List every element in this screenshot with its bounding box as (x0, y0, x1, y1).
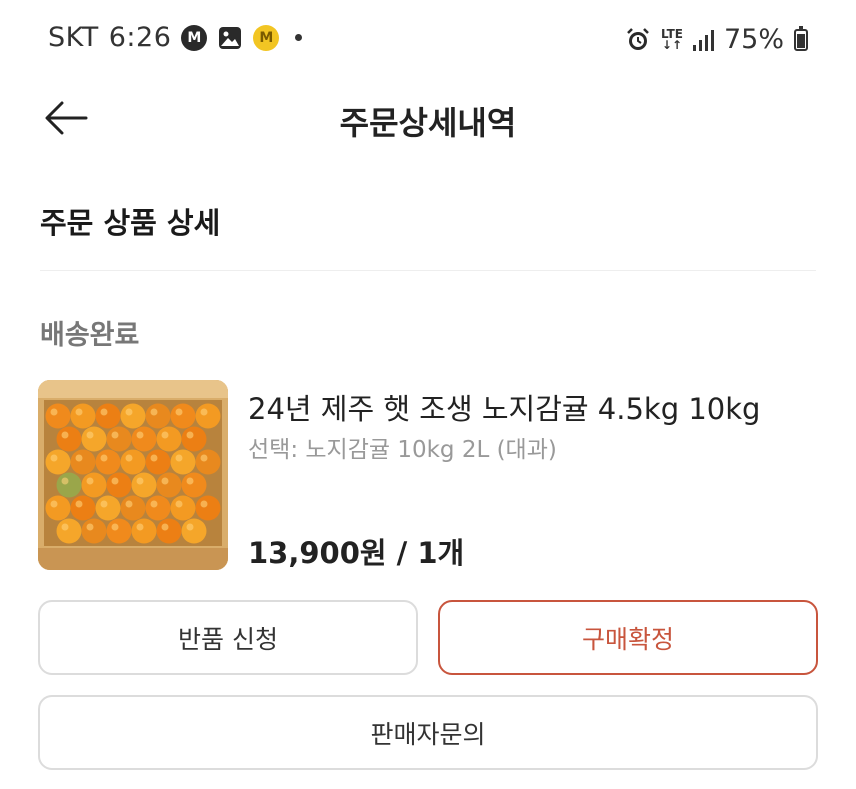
signal-icon (692, 29, 714, 51)
product-thumbnail[interactable] (38, 380, 228, 570)
carrier-label: SKT (48, 22, 99, 53)
purchase-confirm-button[interactable]: 구매확정 (438, 600, 818, 675)
delivery-status-label: 배송완료 (40, 320, 140, 351)
alarm-icon (625, 27, 651, 53)
product-option: 선택: 노지감귤 10kg 2L (대과) (248, 437, 557, 463)
clock: 6:26 (108, 22, 172, 53)
page-title: 주문상세내역 (339, 104, 517, 142)
battery-icon (794, 25, 808, 51)
gallery-icon (217, 25, 243, 51)
product-name[interactable]: 24년 제주 햇 조생 노지감귤 4.5kg 10kg (248, 386, 760, 428)
lte-icon: LTE ↓↑ (660, 26, 683, 52)
divider (40, 270, 816, 271)
notification-dot (295, 34, 303, 41)
seller-inquiry-button[interactable]: 판매자문의 (38, 695, 818, 770)
product-price: 13,900원 / 1개 (248, 536, 465, 570)
section-title: 주문 상품 상세 (40, 206, 221, 240)
return-request-button[interactable]: 반품 신청 (38, 600, 418, 675)
battery-percent: 75% (723, 24, 784, 55)
app-header: 주문상세내역 (0, 80, 856, 156)
lte-label: LTE (660, 26, 683, 41)
status-bar: SKT 6:26 M M LTE ↓↑ 75% (0, 0, 856, 80)
m-coin-icon: M (253, 24, 280, 51)
m-app-icon: M (181, 24, 208, 51)
